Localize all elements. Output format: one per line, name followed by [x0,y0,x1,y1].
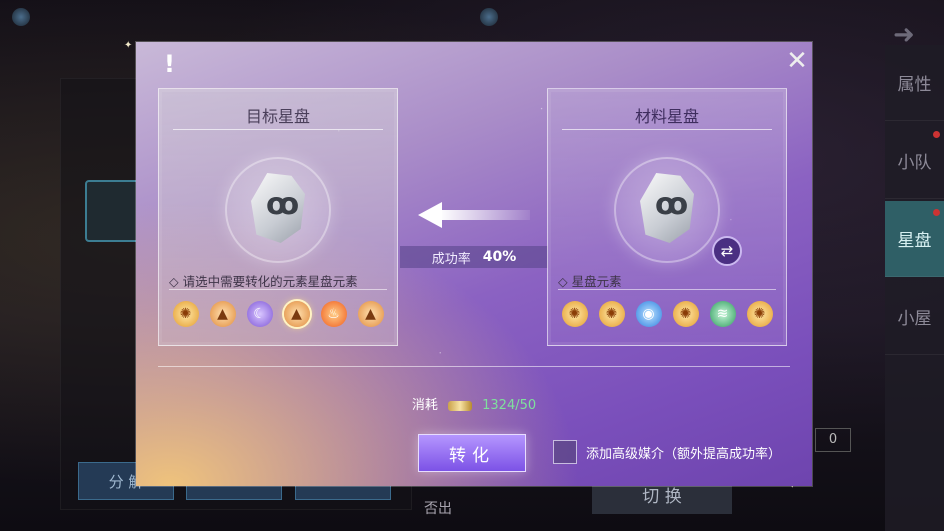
notification-dot [933,209,940,216]
rock-icon[interactable]: ▲ [283,301,310,327]
material-hint-text: 星盘元素 [571,274,622,289]
advanced-medium-label: 添加高级媒介（额外提高成功率） [586,447,782,462]
target-disk-panel: 目标星盘 ꝏ ◇ 请选中需要转化的元素星盘元素 ✺ ▲ ☾ ▲ ♨ ▲ [158,88,398,346]
cost-label: 消耗 [411,398,438,413]
background-count-box: 0 [815,428,851,452]
sun-icon[interactable]: ✺ [172,301,199,327]
divider [562,129,772,130]
sun-icon[interactable]: ✺ [561,301,588,327]
side-tab-1[interactable]: 小队 [885,123,944,199]
sun-icon[interactable]: ✺ [746,301,773,327]
constellation-icon: ✦ [124,40,133,51]
rock-icon[interactable]: ▲ [209,301,236,327]
side-tab-label: 小队 [897,153,932,173]
side-tab-2[interactable]: 星盘 [885,201,944,277]
target-hint-text: 请选中需要转化的元素星盘元素 [182,274,358,289]
top-center-icon [480,8,498,26]
target-rune-display: ꝏ [227,159,329,261]
close-button[interactable]: ✕ [784,48,810,74]
disk-convert-dialog: ! ✕ 目标星盘 ꝏ ◇ 请选中需要转化的元素星盘元素 ✺ ▲ ☾ ▲ ♨ ▲ 成功率 4… [136,42,812,486]
material-rune-display: ꝏ [616,159,718,261]
material-disk-title: 材料星盘 [634,107,699,126]
divider [169,289,387,290]
alert-icon: ! [164,50,175,78]
material-coin-icon [448,400,472,411]
sun-icon[interactable]: ✺ [672,301,699,327]
rune-stone-icon: ꝏ [640,173,694,243]
arrow-shaft [440,210,530,220]
swap-icon[interactable]: ⇄ [712,236,742,266]
moon-icon[interactable]: ☾ [246,301,273,327]
side-tab-0[interactable]: 属性 [885,45,944,121]
fire-icon[interactable]: ♨ [320,301,347,327]
material-element-list: ✺ ✺ ◉ ✺ ≋ ✺ [556,297,778,331]
water-icon[interactable]: ◉ [635,301,662,327]
cost-amount: 1324/50 [482,398,537,413]
cost-row: 消耗 1324/50 [136,394,812,413]
advanced-medium-checkbox[interactable] [553,440,577,464]
convert-button[interactable]: 转化 [418,434,526,472]
top-left-icon [12,8,30,26]
target-disk-title: 目标星盘 [245,107,310,126]
side-nav: 属性 小队 星盘 小屋 [885,45,944,531]
background-extra-label: 否出 [424,501,452,517]
wind-icon[interactable]: ≋ [709,301,736,327]
target-element-list: ✺ ▲ ☾ ▲ ♨ ▲ [167,297,389,331]
arrow-head [418,202,442,228]
success-rate-bar: 成功率 40% [400,246,548,268]
rock-icon[interactable]: ▲ [357,301,384,327]
target-hint: ◇ 请选中需要转化的元素星盘元素 [169,274,358,289]
left-arrow-icon [418,202,530,228]
side-tab-label: 小屋 [897,309,932,329]
divider [173,129,383,130]
success-rate-label: 成功率 [431,251,471,267]
divider [558,289,776,290]
rune-glyph-icon: ꝏ [655,187,689,222]
divider [158,366,790,367]
sun-icon[interactable]: ✺ [598,301,625,327]
rune-glyph-icon: ꝏ [266,187,300,222]
rune-stone-icon: ꝏ [251,173,305,243]
side-tab-3[interactable]: 小屋 [885,279,944,355]
success-rate-value: 40% [482,249,517,265]
side-tab-label: 星盘 [897,231,932,251]
notification-dot [933,131,940,138]
material-hint: ◇ 星盘元素 [558,274,622,289]
material-disk-panel: 材料星盘 ꝏ ⇄ ◇ 星盘元素 ✺ ✺ ◉ ✺ ≋ ✺ [547,88,787,346]
side-tab-label: 属性 [897,75,932,95]
